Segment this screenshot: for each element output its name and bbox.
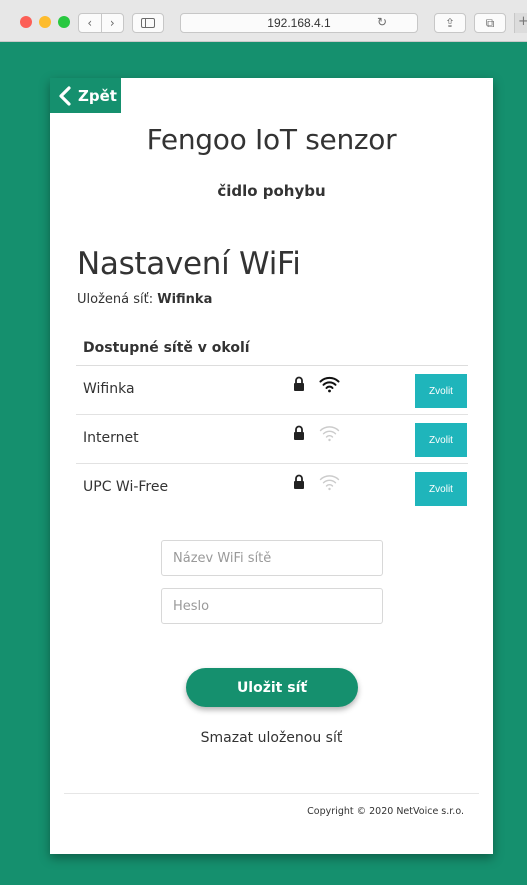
divider bbox=[64, 793, 479, 794]
chevron-left-icon bbox=[59, 85, 71, 106]
networks-table: Dostupné sítě v okolí Wifinka Zvolit Int… bbox=[76, 336, 468, 513]
browser-toolbar: ‹ › 192.168.4.1 ↻ ⇪ ⧉ + bbox=[0, 0, 527, 42]
lock-icon bbox=[294, 425, 304, 440]
save-network-button[interactable]: Uložit síť bbox=[186, 668, 358, 707]
minimize-window-button[interactable] bbox=[39, 16, 51, 28]
network-row: UPC Wi-Free Zvolit bbox=[76, 464, 468, 513]
device-subtitle: čidlo pohybu bbox=[217, 182, 326, 200]
forward-arrow-icon[interactable]: › bbox=[102, 14, 124, 32]
saved-network: Uložená síť: Wifinka bbox=[77, 292, 212, 307]
tabs-overview-button[interactable]: ⧉ bbox=[474, 13, 506, 33]
ssid-input[interactable] bbox=[161, 540, 383, 576]
back-button[interactable]: Zpět bbox=[50, 78, 121, 113]
address-bar[interactable]: 192.168.4.1 ↻ bbox=[180, 13, 418, 33]
section-title: Nastavení WiFi bbox=[77, 246, 301, 282]
address-text: 192.168.4.1 bbox=[267, 16, 331, 30]
network-ssid: Internet bbox=[83, 430, 139, 446]
choose-network-button[interactable]: Zvolit bbox=[415, 472, 467, 506]
clear-saved-network-link[interactable]: Smazat uloženou síť bbox=[50, 730, 493, 746]
zoom-window-button[interactable] bbox=[58, 16, 70, 28]
wifi-icon bbox=[319, 426, 340, 442]
network-ssid: UPC Wi-Free bbox=[83, 479, 169, 495]
share-icon: ⇪ bbox=[444, 16, 456, 30]
sidebar-toggle-button[interactable] bbox=[132, 13, 164, 33]
share-button[interactable]: ⇪ bbox=[434, 13, 466, 33]
lock-icon bbox=[294, 376, 304, 391]
saved-network-value: Wifinka bbox=[157, 292, 213, 307]
choose-network-button[interactable]: Zvolit bbox=[415, 423, 467, 457]
lock-icon bbox=[294, 474, 304, 489]
tabs-icon: ⧉ bbox=[485, 15, 495, 30]
copyright-text: Copyright © 2020 NetVoice s.r.o. bbox=[307, 806, 464, 817]
network-row: Wifinka Zvolit bbox=[76, 366, 468, 415]
network-ssid: Wifinka bbox=[83, 381, 135, 397]
navigation-buttons: ‹ › bbox=[78, 13, 124, 33]
networks-table-header: Dostupné sítě v okolí bbox=[76, 336, 468, 366]
close-window-button[interactable] bbox=[20, 16, 32, 28]
settings-card: Zpět Fengoo IoT senzor čidlo pohybu Nast… bbox=[50, 78, 493, 854]
back-arrow-icon[interactable]: ‹ bbox=[79, 14, 101, 32]
wifi-icon bbox=[319, 376, 340, 393]
wifi-icon bbox=[319, 475, 340, 491]
network-row: Internet Zvolit bbox=[76, 415, 468, 464]
back-label: Zpět bbox=[78, 86, 117, 105]
password-input[interactable] bbox=[161, 588, 383, 624]
sidebar-icon bbox=[141, 18, 155, 28]
new-tab-button[interactable]: + bbox=[514, 13, 527, 33]
saved-network-label: Uložená síť: bbox=[77, 292, 154, 307]
reload-icon[interactable]: ↻ bbox=[377, 15, 387, 29]
device-title: Fengoo IoT senzor bbox=[146, 123, 397, 156]
choose-network-button[interactable]: Zvolit bbox=[415, 374, 467, 408]
